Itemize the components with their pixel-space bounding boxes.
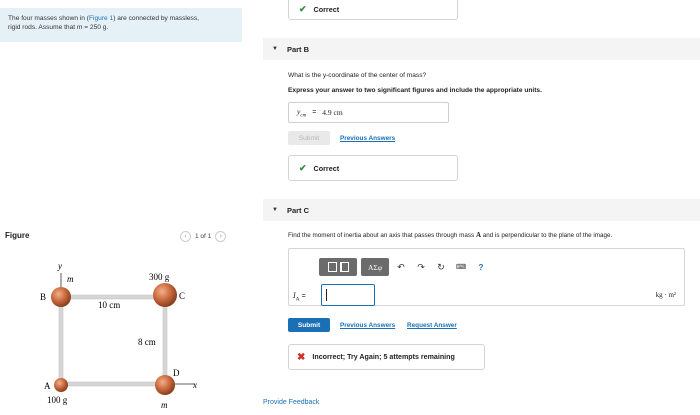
mass-diagram: y x 10 cm 8 cm B m 300 g C D m A 100 g [40,261,197,410]
mass-c [153,283,177,307]
help-icon[interactable]: ? [473,258,489,276]
mass-c-value: 300 g [149,272,170,282]
mass-d-value: m [161,400,168,410]
collapse-triangle-icon: ▼ [272,46,278,52]
part-b-answer-field[interactable]: ycm = 4.9 cm [288,102,449,123]
math-toolbar: ΑΣφ ↶ ↷ ↻ ⌨ ? [319,257,499,277]
greek-symbols-button[interactable]: ΑΣφ [361,258,389,276]
rod-right [162,294,168,385]
provide-feedback-link[interactable]: Provide Feedback [263,399,319,406]
part-b-feedback-text: Correct [313,163,340,173]
root-template-icon [339,262,349,272]
mass-b-value: m [67,274,74,284]
part-c-question: Find the moment of inertia about an axis… [288,231,613,239]
answer-value: 4.9 cm [322,108,343,117]
part-a-feedback-text: Correct [313,5,340,14]
part-c-header[interactable]: ▼ Part C [263,199,700,221]
next-figure-button[interactable]: › [215,231,227,242]
text-caret [326,289,327,301]
part-b-question: What is the y-coordinate of the center o… [288,72,427,79]
fraction-template-icon [327,262,337,272]
collapse-triangle-icon: ▼ [272,207,278,213]
part-c-math-editor: ΑΣφ ↶ ↷ ↻ ⌨ ? IA = kg · m² [288,248,685,306]
templates-button[interactable] [319,258,357,276]
reset-icon[interactable]: ↻ [433,258,449,276]
mass-a [54,378,68,392]
rod-left [58,294,64,385]
check-icon: ✔ [299,4,307,14]
redo-icon[interactable]: ↷ [413,258,429,276]
mass-b-letter: B [40,292,46,302]
part-c-feedback: ✖ Incorrect; Try Again; 5 attempts remai… [288,344,485,370]
part-b-header[interactable]: ▼ Part B [263,38,700,60]
part-c-feedback-text: Incorrect; Try Again; 5 attempts remaini… [312,353,455,361]
check-icon: ✔ [299,162,307,173]
part-b-instruction: Express your answer to two significant f… [288,87,542,94]
figure-page-indicator: 1 of 1 [195,233,212,240]
problem-line-2: rigid rods. Assume that m = 250 g. [8,24,109,31]
part-c-input-label: IA = [293,291,306,303]
mass-d-letter: D [173,368,180,378]
mass-c-letter: C [179,291,185,301]
mass-d [155,375,175,395]
problem-statement: The four masses shown in (Figure 1) are … [0,8,242,42]
part-b-submit-button[interactable]: Submit [288,131,330,145]
problem-line-1: The four masses shown in (Figure 1) are … [8,15,199,22]
part-c-request-answer-link[interactable]: Request Answer [407,322,457,329]
part-b-previous-answers-link[interactable]: Previous Answers [340,135,395,142]
dimension-vertical: 8 cm [138,337,156,347]
answer-variable: ycm [297,106,307,119]
figure-pager: ‹ 1 of 1 › [180,231,227,242]
answer-equals: = [312,109,317,116]
rod-top [60,294,166,300]
part-c-units: kg · m² [655,291,676,299]
prev-figure-button[interactable]: ‹ [180,231,191,242]
x-mark-icon: ✖ [297,351,306,363]
dimension-horizontal: 10 cm [98,300,120,310]
mass-a-value: 100 g [47,395,68,405]
part-b-title: Part B [286,44,310,54]
mass-a-letter: A [44,381,51,391]
mass-b [51,287,71,307]
part-c-previous-answers-link[interactable]: Previous Answers [340,322,395,329]
part-c-answer-input[interactable] [321,284,375,306]
figure-link[interactable]: Figure 1 [89,15,113,22]
figure-heading: Figure [5,231,30,240]
part-b-feedback: ✔ Correct [288,155,458,181]
part-c-submit-button[interactable]: Submit [288,318,330,332]
y-axis-label: y [57,261,62,271]
x-axis-label: x [192,380,197,390]
keyboard-icon[interactable]: ⌨ [453,258,469,276]
rod-bottom [60,381,166,387]
undo-icon[interactable]: ↶ [393,258,409,276]
part-a-feedback: ✔ Correct [288,0,458,20]
part-c-title: Part C [286,205,310,215]
